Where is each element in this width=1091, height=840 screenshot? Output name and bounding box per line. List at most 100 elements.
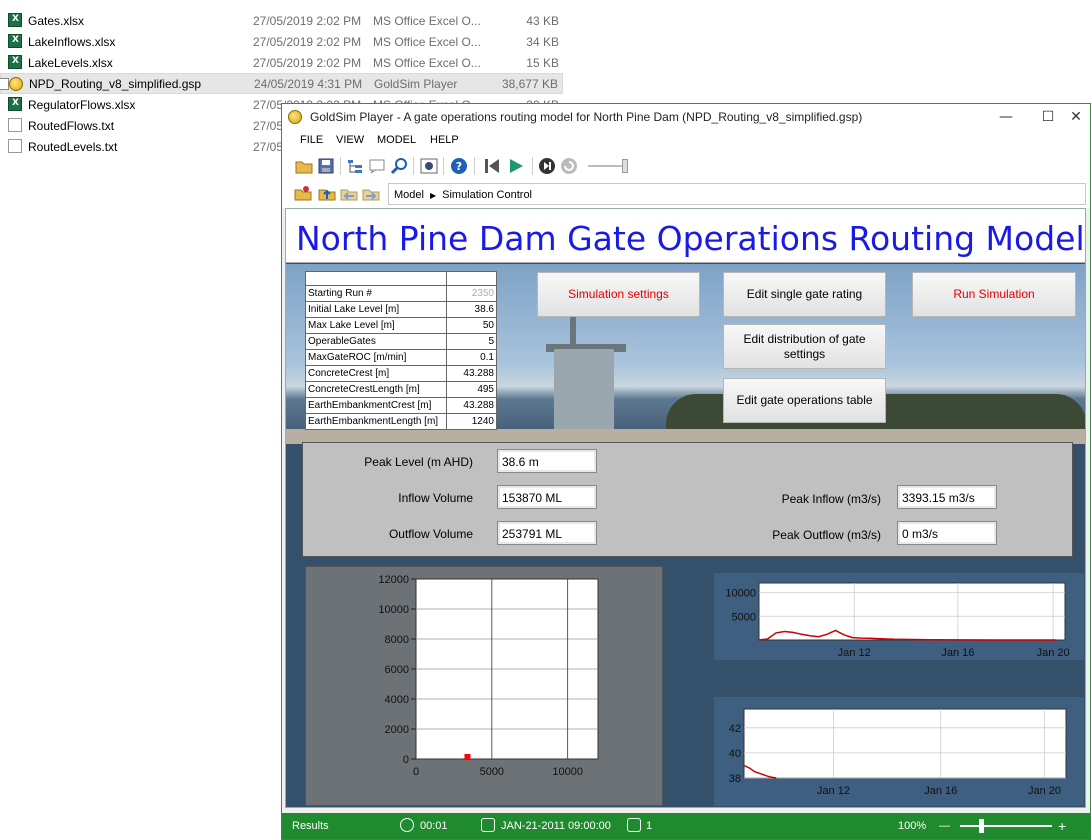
file-date: 27/05/2019 2:02 PM [253, 13, 362, 28]
file-size: 34 KB [526, 34, 559, 49]
file-name: RoutedFlows.txt [28, 118, 115, 133]
simulation-settings-button[interactable]: Simulation settings [537, 272, 700, 317]
close-button[interactable]: ✕ [1062, 107, 1090, 127]
x-tick-label: 5000 [480, 766, 504, 778]
y-tick-label: 42 [729, 723, 741, 735]
status-results: Results [292, 820, 329, 832]
param-value[interactable]: 495 [446, 381, 497, 398]
toolbar-separator [413, 157, 414, 175]
flow-scatter-chart[interactable]: 0 2000 4000 6000 8000 10000 12000 0 5000 10000 [305, 566, 663, 806]
param-value[interactable]: 50 [446, 317, 497, 334]
file-row[interactable]: LakeInflows.xlsx 27/05/2019 2:02 PM MS Off… [0, 31, 563, 52]
step-icon[interactable] [538, 157, 556, 175]
zoom-out-button[interactable]: — [939, 820, 950, 832]
breadcrumb-current[interactable]: Simulation Control [442, 189, 532, 201]
file-name: Gates.xlsx [28, 13, 85, 28]
data-point [464, 754, 471, 760]
excel-file-icon [8, 97, 22, 111]
param-label: Max Lake Level [m] [305, 317, 447, 334]
title-bar[interactable]: GoldSim Player - A gate operations routi… [282, 104, 1090, 130]
zoom-in-button[interactable]: + [1058, 818, 1066, 834]
edit-distribution-button[interactable]: Edit distribution of gate settings [723, 324, 886, 369]
speed-slider-thumb[interactable] [622, 159, 628, 173]
table-row: EarthEmbankmentLength [m] 1240 [305, 413, 497, 430]
x-tick-label: Jan 12 [817, 785, 850, 797]
tree-view-icon[interactable] [346, 157, 364, 175]
checkbox[interactable] [0, 78, 9, 90]
menu-view[interactable]: VIEW [336, 134, 364, 146]
up-folder-icon[interactable] [318, 184, 336, 202]
file-name: RoutedLevels.txt [28, 139, 118, 154]
file-date: 24/05/2019 4:31 PM [254, 76, 363, 91]
table-row: Initial Lake Level [m] 38.6 [305, 301, 497, 318]
table-row: MaxGateROC [m/min] 0.1 [305, 349, 497, 366]
save-icon[interactable] [317, 157, 335, 175]
forward-folder-icon[interactable] [362, 184, 380, 202]
file-name: NPD_Routing_v8_simplified.gsp [29, 76, 202, 91]
toolbar-separator [474, 157, 475, 175]
reset-icon[interactable] [483, 157, 501, 175]
status-elapsed-time: 00:01 [420, 820, 448, 832]
y-tick-label: 12000 [378, 574, 409, 586]
toolbar: ? [282, 152, 1090, 180]
file-row[interactable]: NPD_Routing_v8_simplified.gsp 24/05/2019 … [0, 73, 563, 94]
open-folder-icon[interactable] [295, 157, 313, 175]
svg-text:?: ? [456, 160, 462, 173]
abort-icon[interactable] [560, 157, 578, 175]
param-value[interactable]: 5 [446, 333, 497, 350]
table-row: OperableGates 5 [305, 333, 497, 350]
realization-icon [627, 818, 641, 832]
edit-gate-operations-table-button[interactable]: Edit gate operations table [723, 378, 886, 423]
peak-outflow-field: 0 m3/s [897, 521, 997, 545]
peak-inflow-field: 3393.15 m3/s [897, 485, 997, 509]
search-icon[interactable] [390, 157, 408, 175]
help-icon[interactable]: ? [450, 157, 468, 175]
table-row: Max Lake Level [m] 50 [305, 317, 497, 334]
edit-single-gate-rating-button[interactable]: Edit single gate rating [723, 272, 886, 317]
table-row: EarthEmbankmentCrest [m] 43.288 [305, 397, 497, 414]
menu-file[interactable]: FILE [300, 134, 323, 146]
param-label: ConcreteCrestLength [m] [305, 381, 447, 398]
notes-icon[interactable] [368, 157, 386, 175]
inflow-timeseries-chart[interactable]: 5000 10000 Jan 12 Jan 16 Jan 20 [714, 573, 1084, 660]
peak-outflow-label: Peak Outflow (m3/s) [772, 528, 881, 542]
file-row[interactable]: Gates.xlsx 27/05/2019 2:02 PM MS Office Ex… [0, 10, 563, 31]
peak-level-field: 38.6 m [497, 449, 597, 473]
zoom-slider[interactable] [960, 825, 1052, 827]
toolbar-separator [443, 157, 444, 175]
param-value[interactable]: 2350 [446, 285, 497, 302]
param-value[interactable]: 43.288 [446, 397, 497, 414]
file-name: LakeInflows.xlsx [28, 34, 116, 49]
param-value[interactable]: 43.288 [446, 365, 497, 382]
level-timeseries-chart[interactable]: 38 40 42 Jan 12 Jan 16 Jan 20 [714, 697, 1084, 806]
status-zoom: 100% [898, 820, 927, 832]
zoom-slider-thumb[interactable] [979, 819, 984, 833]
x-tick-label: Jan 16 [941, 647, 974, 659]
menu-model[interactable]: MODEL [377, 134, 416, 146]
param-value[interactable]: 1240 [446, 413, 497, 430]
menu-help[interactable]: HELP [430, 134, 459, 146]
title-band: North Pine Dam Gate Operations Routing M… [286, 209, 1085, 263]
flow-scatter-svg: 0 2000 4000 6000 8000 10000 12000 0 5000 10000 [378, 574, 599, 778]
breadcrumb-root[interactable]: Model [394, 189, 424, 201]
maximize-button[interactable]: ☐ [1034, 107, 1062, 127]
breadcrumb[interactable]: Model ▶ Simulation Control [388, 183, 1086, 205]
param-value[interactable]: 38.6 [446, 301, 497, 318]
back-folder-icon[interactable] [340, 184, 358, 202]
file-date: 27/05/2019 2:02 PM [253, 55, 362, 70]
dashboard-canvas: North Pine Dam Gate Operations Routing M… [285, 208, 1086, 808]
file-row[interactable]: LakeLevels.xlsx 27/05/2019 2:02 PM MS Offi… [0, 52, 563, 73]
minimize-button[interactable]: — [992, 107, 1020, 127]
run-simulation-button[interactable]: Run Simulation [912, 272, 1076, 317]
home-folder-icon[interactable] [294, 184, 312, 202]
param-label: Starting Run # [305, 285, 447, 302]
simulation-settings-icon[interactable] [420, 157, 438, 175]
run-icon[interactable] [507, 157, 525, 175]
text-file-icon [8, 118, 22, 132]
text-file-icon [8, 139, 22, 153]
y-tick-label: 4000 [385, 694, 409, 706]
file-type: MS Office Excel O... [373, 34, 481, 49]
param-value[interactable]: 0.1 [446, 349, 497, 366]
goldsim-window: GoldSim Player - A gate operations routi… [281, 103, 1091, 840]
inflow-volume-label: Inflow Volume [398, 491, 473, 505]
